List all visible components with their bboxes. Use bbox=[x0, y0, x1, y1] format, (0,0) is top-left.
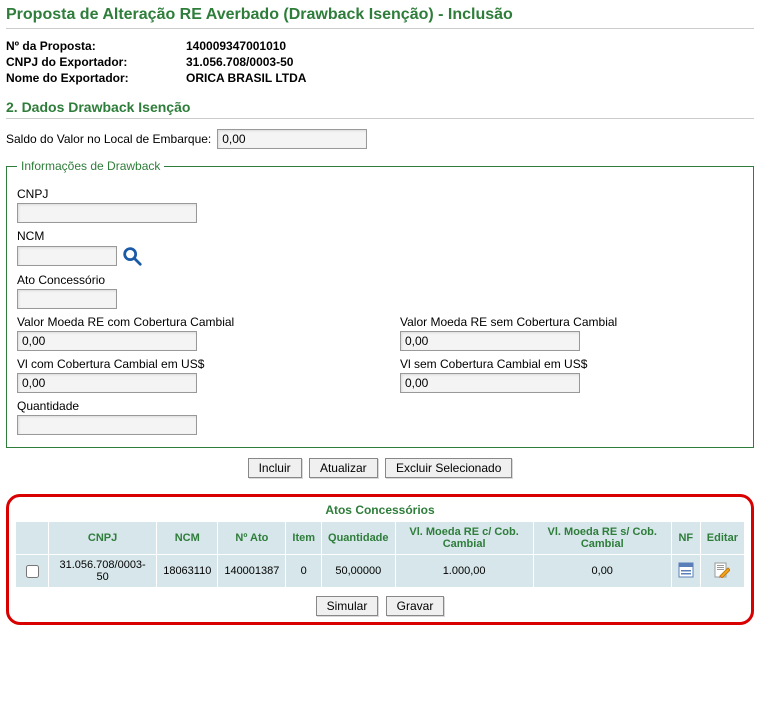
cnpj-input[interactable] bbox=[17, 203, 197, 223]
valor-re-sem-input[interactable] bbox=[400, 331, 580, 351]
simular-button[interactable]: Simular bbox=[316, 596, 379, 616]
section-title: 2. Dados Drawback Isenção bbox=[6, 99, 754, 119]
highlight-frame: Atos Concessórios CNPJ NCM Nº Ato Item Q… bbox=[6, 494, 754, 625]
valor-re-sem-label: Valor Moeda RE sem Cobertura Cambial bbox=[400, 315, 743, 329]
nome-exportador-value: ORICA BRASIL LTDA bbox=[186, 71, 406, 85]
cell-quantidade: 50,00000 bbox=[322, 555, 396, 588]
cell-vl-com: 1.000,00 bbox=[395, 555, 533, 588]
quantidade-label: Quantidade bbox=[17, 399, 743, 413]
col-ato: Nº Ato bbox=[218, 522, 286, 555]
col-vl-sem: Vl. Moeda RE s/ Cob. Cambial bbox=[533, 522, 671, 555]
page-title: Proposta de Alteração RE Averbado (Drawb… bbox=[6, 6, 754, 29]
col-quantidade: Quantidade bbox=[322, 522, 396, 555]
valor-re-com-input[interactable] bbox=[17, 331, 197, 351]
quantidade-input[interactable] bbox=[17, 415, 197, 435]
atualizar-button[interactable]: Atualizar bbox=[309, 458, 378, 478]
saldo-input[interactable] bbox=[217, 129, 367, 149]
vl-com-label: Vl com Cobertura Cambial em US$ bbox=[17, 357, 360, 371]
proposta-value: 140009347001010 bbox=[186, 39, 406, 53]
nf-icon[interactable] bbox=[678, 562, 694, 578]
vl-sem-label: Vl sem Cobertura Cambial em US$ bbox=[400, 357, 743, 371]
cell-cnpj: 31.056.708/0003-50 bbox=[49, 555, 157, 588]
col-checkbox bbox=[16, 522, 49, 555]
nome-exportador-label: Nome do Exportador: bbox=[6, 71, 186, 85]
row-checkbox[interactable] bbox=[26, 565, 39, 578]
ato-input[interactable] bbox=[17, 289, 117, 309]
valor-re-com-label: Valor Moeda RE com Cobertura Cambial bbox=[17, 315, 360, 329]
drawback-fieldset: Informações de Drawback CNPJ NCM Ato Con… bbox=[6, 159, 754, 448]
col-editar: Editar bbox=[700, 522, 744, 555]
table-title: Atos Concessórios bbox=[15, 503, 745, 517]
vl-sem-input[interactable] bbox=[400, 373, 580, 393]
drawback-legend: Informações de Drawback bbox=[17, 159, 164, 173]
cell-ato: 140001387 bbox=[218, 555, 286, 588]
col-cnpj: CNPJ bbox=[49, 522, 157, 555]
cell-vl-sem: 0,00 bbox=[533, 555, 671, 588]
ncm-label: NCM bbox=[17, 229, 743, 243]
atos-table: CNPJ NCM Nº Ato Item Quantidade Vl. Moed… bbox=[15, 521, 745, 588]
cnpj-exportador-value: 31.056.708/0003-50 bbox=[186, 55, 406, 69]
col-nf: NF bbox=[671, 522, 700, 555]
saldo-label: Saldo do Valor no Local de Embarque: bbox=[6, 132, 211, 146]
vl-com-input[interactable] bbox=[17, 373, 197, 393]
ncm-input[interactable] bbox=[17, 246, 117, 266]
col-ncm: NCM bbox=[157, 522, 218, 555]
col-vl-com: Vl. Moeda RE c/ Cob. Cambial bbox=[395, 522, 533, 555]
cell-item: 0 bbox=[286, 555, 322, 588]
proposta-label: Nº da Proposta: bbox=[6, 39, 186, 53]
ato-label: Ato Concessório bbox=[17, 273, 743, 287]
table-row: 31.056.708/0003-50 18063110 140001387 0 … bbox=[16, 555, 745, 588]
incluir-button[interactable]: Incluir bbox=[248, 458, 302, 478]
excluir-selecionado-button[interactable]: Excluir Selecionado bbox=[385, 458, 512, 478]
cnpj-label: CNPJ bbox=[17, 187, 743, 201]
gravar-button[interactable]: Gravar bbox=[386, 596, 445, 616]
cnpj-exportador-label: CNPJ do Exportador: bbox=[6, 55, 186, 69]
search-icon[interactable] bbox=[121, 245, 143, 267]
cell-ncm: 18063110 bbox=[157, 555, 218, 588]
col-item: Item bbox=[286, 522, 322, 555]
edit-icon[interactable] bbox=[714, 562, 730, 578]
